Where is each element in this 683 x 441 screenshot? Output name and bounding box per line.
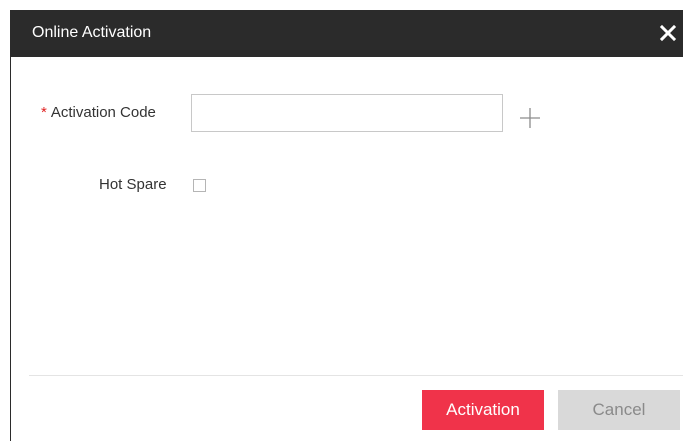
cancel-button[interactable]: Cancel <box>558 390 680 430</box>
hot-spare-label: Hot Spare <box>99 176 167 193</box>
dialog-title: Online Activation <box>32 24 152 41</box>
activation-code-label-text: Activation Code <box>50 104 156 121</box>
dialog-titlebar: Online Activation <box>11 10 683 57</box>
hot-spare-checkbox[interactable] <box>193 179 206 192</box>
required-marker: * <box>41 104 47 121</box>
close-icon <box>659 24 677 42</box>
close-button[interactable] <box>657 20 679 46</box>
page: Online Activation * Activation Code Hot S… <box>0 0 683 441</box>
activation-button[interactable]: Activation <box>422 390 544 430</box>
footer-divider <box>29 375 683 376</box>
add-activation-code-button[interactable] <box>519 107 541 129</box>
online-activation-dialog: Online Activation * Activation Code Hot S… <box>10 10 683 441</box>
activation-code-input[interactable] <box>191 94 503 132</box>
plus-icon <box>520 108 540 128</box>
activation-code-label: * Activation Code <box>41 103 156 123</box>
dialog-body: * Activation Code Hot Spare Activation Ca… <box>11 57 683 441</box>
